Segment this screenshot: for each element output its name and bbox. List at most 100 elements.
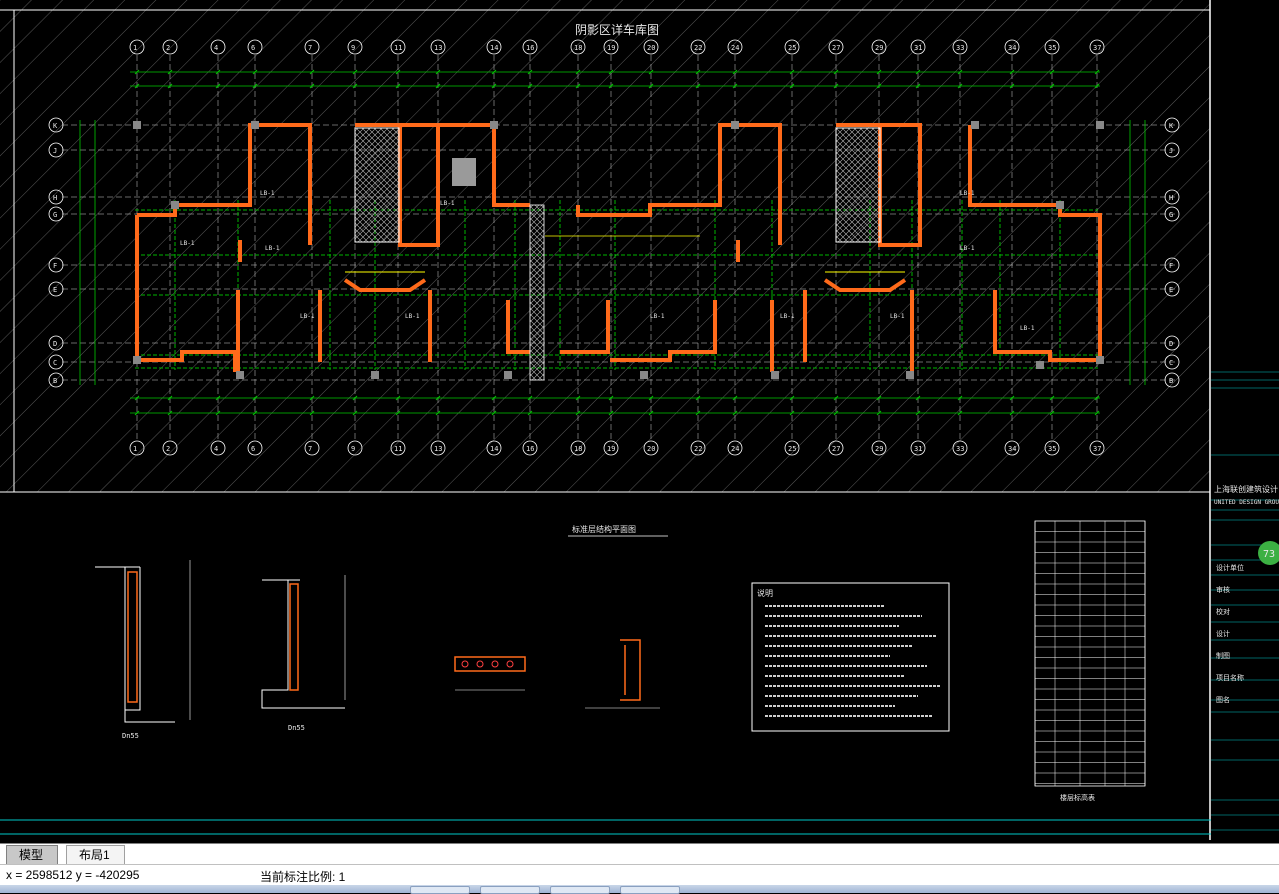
column [171,201,179,209]
rebar [476,660,484,668]
grid-number: 24 [731,44,739,52]
grid-number: 6 [251,44,255,52]
grid-number: 13 [434,445,442,453]
grid-number: 4 [214,445,218,453]
grid-number: 1 [133,445,137,453]
grid-number: 7 [308,445,312,453]
grid-number: 2 [166,44,170,52]
column [251,121,259,129]
gray-block [452,158,476,186]
grid-letter: C [1169,359,1173,367]
grid-number: 18 [574,44,582,52]
shaft-hatch [529,204,545,381]
column [504,371,512,379]
grid-letter: F [1169,262,1173,270]
notes-header: 说明 [757,588,773,598]
beam-section [454,656,526,672]
layout-tab-bar: 模型 布局1 [0,843,1279,865]
detail-label: Dn55 [288,724,305,732]
grid-number: 33 [956,445,964,453]
grid-number: 4 [214,44,218,52]
grid-number: 20 [647,44,655,52]
grid-letter: G [53,211,57,219]
title-block [1211,0,1279,840]
grid-number: 19 [607,44,615,52]
grid-number: 29 [875,44,883,52]
room-label: LB-1 [405,313,420,320]
grid-number: 35 [1048,44,1056,52]
grid-number: 9 [351,445,355,453]
grid-letter: F [53,262,57,270]
status-bar: x = 2598512 y = -420295 当前标注比例: 1 [0,864,1279,886]
column [971,121,979,129]
grid-number: 6 [251,445,255,453]
firm-name: 上海联创建筑设计 [1214,484,1278,494]
grid-number: 2 [166,445,170,453]
grid-number: 14 [490,44,498,52]
grid-number: 31 [914,445,922,453]
grid-number: 11 [394,445,402,453]
detail-outline [261,579,345,709]
title-field-label: 设计 [1216,629,1230,638]
room-label: LB-1 [650,313,665,320]
tab-model[interactable]: 模型 [6,845,59,864]
grid-letter: C [53,359,57,367]
stamp-number: 73 [1263,549,1275,560]
column [906,371,914,379]
grid-letter: E [53,286,57,294]
grid-number: 19 [607,445,615,453]
grid-letter: G [1169,211,1173,219]
room-label: LB-1 [260,190,275,197]
grid-number: 9 [351,44,355,52]
coordinate-readout: x = 2598512 y = -420295 [6,868,140,882]
annotation-scale-label: 当前标注比例: 1 [260,870,346,884]
grid-number: 7 [308,44,312,52]
room-label: LB-1 [890,313,905,320]
grid-number: 24 [731,445,739,453]
room-label: LB-1 [180,240,195,247]
column [1096,121,1104,129]
grid-letter: D [53,340,57,348]
title-field-label: 制图 [1216,651,1230,660]
room-label: LB-1 [300,313,315,320]
rebar [506,660,514,668]
grid-number: 11 [394,44,402,52]
grid-number: 34 [1008,44,1016,52]
grid-number: 35 [1048,445,1056,453]
grid-letter: B [1169,377,1173,385]
detail-outline [95,566,175,723]
column [133,356,141,364]
grid-letter: H [1169,194,1173,202]
plan-title: 阴影区详车库图 [575,22,659,37]
grid-number: 27 [832,44,840,52]
tab-layout1[interactable]: 布局1 [66,845,125,864]
column [1036,361,1044,369]
corner-detail [620,639,641,701]
table-caption: 楼层标高表 [1060,793,1095,802]
grid-letter: J [53,147,57,155]
grid-letter: J [1169,147,1173,155]
column [731,121,739,129]
grid-number: 33 [956,44,964,52]
column [771,371,779,379]
column [1096,356,1104,364]
grid-letter: B [53,377,57,385]
column [236,371,244,379]
title-field-label: 设计单位 [1216,563,1244,572]
room-label: LB-1 [265,245,280,252]
grid-number: 18 [574,445,582,453]
title-field-label: 项目名称 [1216,673,1244,682]
room-label: LB-1 [780,313,795,320]
grid-number: 29 [875,445,883,453]
detail-wall [127,571,138,703]
title-field-label: 图名 [1216,695,1230,704]
column [640,371,648,379]
column [133,121,141,129]
shaft-hatch [835,127,881,243]
grid-number: 34 [1008,445,1016,453]
grid-number: 25 [788,445,796,453]
drawing-canvas[interactable]: 阴影区详车库图 1 1 2 2 4 4 6 6 7 7 9 9 11 11 13 13 14 14 16 16 18 18 1… [0,0,1279,843]
shaft-hatch [354,127,400,243]
grid-number: 22 [694,44,702,52]
section-title: 标准层结构平面图 [572,524,636,534]
